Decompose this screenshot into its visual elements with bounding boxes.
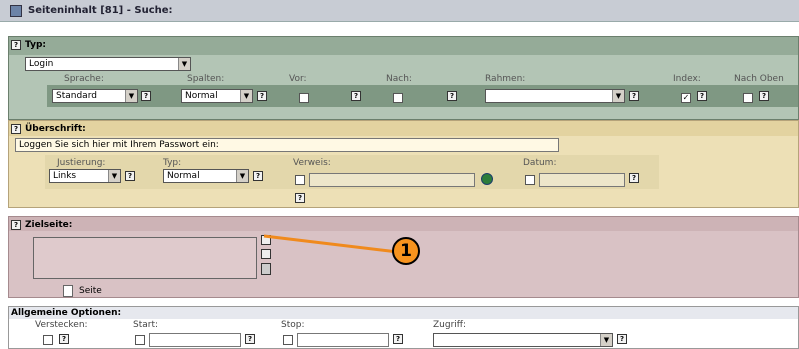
typ-select-value: Login	[29, 59, 54, 69]
rahmen-select[interactable]: ▼	[485, 89, 625, 103]
start-input[interactable]	[149, 333, 241, 347]
vor-label: Vor:	[289, 74, 307, 84]
page-icon	[63, 285, 73, 297]
spalten-label: Spalten:	[187, 74, 225, 84]
nach-help-icon[interactable]: ?	[447, 91, 457, 101]
datum-checkbox[interactable]	[525, 175, 535, 185]
zielseite-list-box[interactable]	[33, 237, 257, 279]
verweis-checkbox[interactable]	[295, 175, 305, 185]
rahmen-label: Rahmen:	[485, 74, 526, 84]
chevron-down-icon: ▼	[125, 90, 137, 102]
chevron-down-icon: ▼	[600, 334, 612, 346]
datum-label: Datum:	[523, 158, 557, 168]
vor-checkbox[interactable]	[299, 93, 309, 103]
verstecken-label: Verstecken:	[35, 320, 88, 330]
stop-checkbox[interactable]	[283, 335, 293, 345]
chevron-down-icon: ▼	[236, 170, 248, 182]
sprache-label: Sprache:	[64, 74, 104, 84]
nach-checkbox[interactable]	[393, 93, 403, 103]
spalten-value: Normal	[185, 91, 218, 101]
datum-help-icon[interactable]: ?	[629, 173, 639, 183]
optionen-heading: Allgemeine Optionen:	[11, 308, 122, 318]
ueberschrift-input[interactable]: Loggen Sie sich hier mit Ihrem Passwort …	[15, 138, 559, 152]
start-help-icon[interactable]: ?	[245, 334, 255, 344]
ueberschrift-help-icon[interactable]: ?	[11, 124, 21, 134]
verweis-label: Verweis:	[293, 158, 331, 168]
justierung-help-icon[interactable]: ?	[125, 171, 135, 181]
optionen-section: Allgemeine Optionen: Verstecken: Start: …	[8, 306, 799, 349]
stop-input[interactable]	[297, 333, 389, 347]
typ-heading: Typ:	[25, 40, 46, 50]
verstecken-checkbox[interactable]	[43, 335, 53, 345]
typ-select[interactable]: Login ▼	[25, 57, 191, 71]
start-label: Start:	[133, 320, 159, 330]
vor-help-icon[interactable]: ?	[351, 91, 361, 101]
sprache-help-icon[interactable]: ?	[141, 91, 151, 101]
chevron-down-icon: ▼	[178, 58, 190, 70]
justierung-value: Links	[53, 171, 77, 181]
chevron-down-icon: ▼	[108, 170, 120, 182]
globe-icon[interactable]	[481, 173, 493, 185]
spalten-select[interactable]: Normal ▼	[181, 89, 253, 103]
ueberschrift-header-strip	[9, 121, 798, 136]
ueberschrift-typ-select[interactable]: Normal ▼	[163, 169, 249, 183]
seite-label[interactable]: Seite	[79, 286, 102, 296]
nach-oben-checkbox[interactable]	[743, 93, 753, 103]
justierung-select[interactable]: Links ▼	[49, 169, 121, 183]
index-help-icon[interactable]: ?	[697, 91, 707, 101]
ueberschrift-heading: Überschrift:	[25, 124, 86, 134]
document-icon	[10, 5, 22, 17]
index-label: Index:	[673, 74, 701, 84]
ueberschrift-section: ? Überschrift: Loggen Sie sich hier mit …	[8, 120, 799, 208]
callout-number: 1	[400, 241, 412, 261]
stop-label: Stop:	[281, 320, 305, 330]
callout-arrow	[263, 234, 399, 254]
nach-label: Nach:	[386, 74, 412, 84]
sprache-select[interactable]: Standard ▼	[52, 89, 138, 103]
optionen-header-strip	[9, 307, 798, 319]
justierung-label: Justierung:	[57, 158, 106, 168]
title-bar: Seiteninhalt [81] - Suche:	[0, 0, 799, 22]
ueberschrift-typ-help-icon[interactable]: ?	[253, 171, 263, 181]
sprache-value: Standard	[56, 91, 97, 101]
ueberschrift-text: Loggen Sie sich hier mit Ihrem Passwort …	[19, 140, 219, 150]
page-title: Seiteninhalt [81] - Suche:	[28, 5, 173, 16]
start-checkbox[interactable]	[135, 335, 145, 345]
zugriff-help-icon[interactable]: ?	[617, 334, 627, 344]
ueberschrift-typ-value: Normal	[167, 171, 200, 181]
stop-help-icon[interactable]: ?	[393, 334, 403, 344]
verweis-help-icon[interactable]: ?	[295, 193, 305, 203]
chevron-down-icon: ▼	[240, 90, 252, 102]
verstecken-help-icon[interactable]: ?	[59, 334, 69, 344]
spalten-help-icon[interactable]: ?	[257, 91, 267, 101]
zugriff-select[interactable]: ▼	[433, 333, 613, 347]
typ-section: ? Typ: Login ▼ Sprache: Spalten: Vor: Nac…	[8, 36, 799, 120]
verweis-input[interactable]	[309, 173, 475, 187]
rahmen-help-icon[interactable]: ?	[629, 91, 639, 101]
zielseite-heading: Zielseite:	[25, 220, 73, 230]
zielseite-help-icon[interactable]: ?	[11, 220, 21, 230]
nach-oben-label: Nach Oben	[734, 74, 784, 84]
zugriff-label: Zugriff:	[433, 320, 467, 330]
typ-header-strip	[9, 37, 798, 55]
callout-circle: 1	[392, 237, 420, 265]
typ-help-icon[interactable]: ?	[11, 40, 21, 50]
index-checkbox[interactable]: ✓	[681, 93, 691, 103]
datum-input[interactable]	[539, 173, 625, 187]
typ-label: Typ:	[163, 158, 182, 168]
nach-oben-help-icon[interactable]: ?	[759, 91, 769, 101]
chevron-down-icon: ▼	[612, 90, 624, 102]
